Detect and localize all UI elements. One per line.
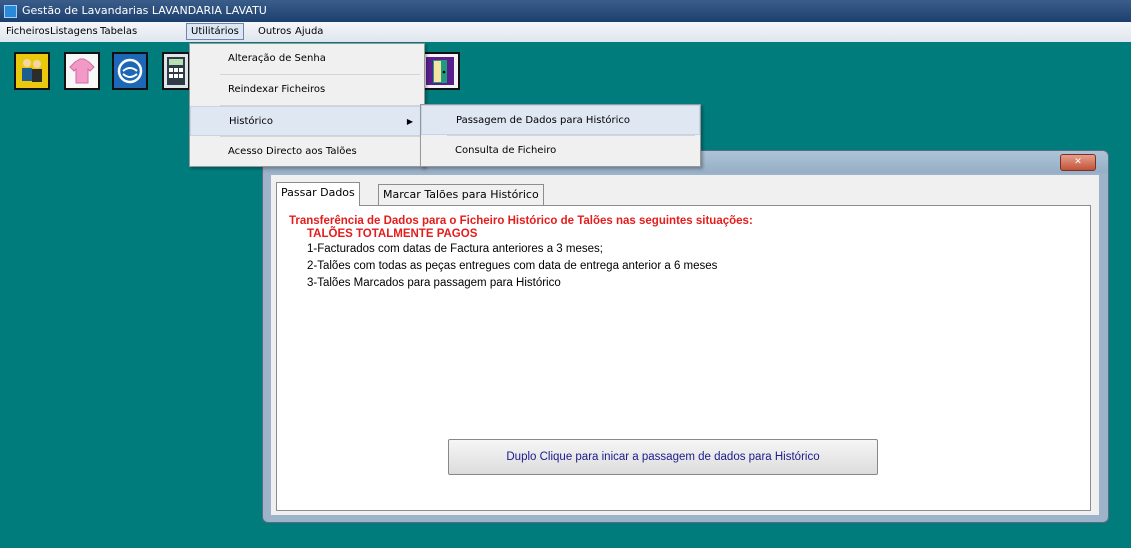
shirt-icon[interactable]: [64, 52, 100, 90]
menu-item-historico[interactable]: Histórico ▶: [190, 106, 424, 136]
menu-ajuda[interactable]: Ajuda: [291, 24, 327, 39]
exit-door-icon[interactable]: [420, 52, 460, 90]
people-icon[interactable]: [14, 52, 50, 90]
submenu-item-consulta-ficheiro[interactable]: Consulta de Ficheiro: [421, 136, 700, 166]
tab-passar-dados[interactable]: Passar Dados: [276, 182, 360, 206]
historico-submenu: Passagem de Dados para Histórico Consult…: [420, 104, 701, 167]
historico-dialog: ✕ Passar Dados Marcar Talões para Histór…: [262, 150, 1109, 523]
close-button[interactable]: ✕: [1060, 154, 1096, 171]
title-bar: Gestão de Lavandarias LAVANDARIA LAVATU: [0, 0, 1131, 22]
tab-panel: Transferência de Dados para o Ficheiro H…: [276, 205, 1091, 511]
condition-1: 1-Facturados com datas de Factura anteri…: [307, 243, 603, 255]
menu-bar: Ficheiros Listagens Tabelas Utilitários …: [0, 22, 1131, 42]
dialog-body: Passar Dados Marcar Talões para Históric…: [271, 175, 1099, 515]
paid-subheading: TALÕES TOTALMENTE PAGOS: [307, 228, 478, 240]
menu-outros[interactable]: Outros: [254, 24, 295, 39]
calculator-icon[interactable]: [162, 52, 190, 90]
menu-item-reindexar[interactable]: Reindexar Ficheiros: [190, 75, 424, 105]
transfer-heading: Transferência de Dados para o Ficheiro H…: [289, 215, 753, 227]
menu-item-acesso-taloes[interactable]: Acesso Directo aos Talões: [190, 137, 424, 167]
tab-marcar-taloes[interactable]: Marcar Talões para Histórico: [378, 184, 544, 205]
condition-2: 2-Talões com todas as peças entregues co…: [307, 260, 718, 272]
app-icon: [4, 5, 17, 18]
submenu-arrow-icon: ▶: [406, 117, 413, 126]
menu-item-historico-label: Histórico: [229, 116, 274, 127]
menu-item-alteracao-senha[interactable]: Alteração de Senha: [190, 44, 424, 74]
start-transfer-button[interactable]: Duplo Clique para inicar a passagem de d…: [448, 439, 878, 475]
menu-listagens[interactable]: Listagens: [46, 24, 102, 39]
condition-3: 3-Talões Marcados para passagem para His…: [307, 277, 561, 289]
utilitarios-dropdown: Alteração de Senha Reindexar Ficheiros H…: [189, 43, 425, 167]
laundry-machine-icon[interactable]: [112, 52, 148, 90]
window-title: Gestão de Lavandarias LAVANDARIA LAVATU: [22, 4, 267, 17]
menu-utilitarios[interactable]: Utilitários: [186, 23, 244, 40]
menu-tabelas[interactable]: Tabelas: [96, 24, 141, 39]
submenu-item-passagem-dados[interactable]: Passagem de Dados para Histórico: [421, 105, 700, 135]
